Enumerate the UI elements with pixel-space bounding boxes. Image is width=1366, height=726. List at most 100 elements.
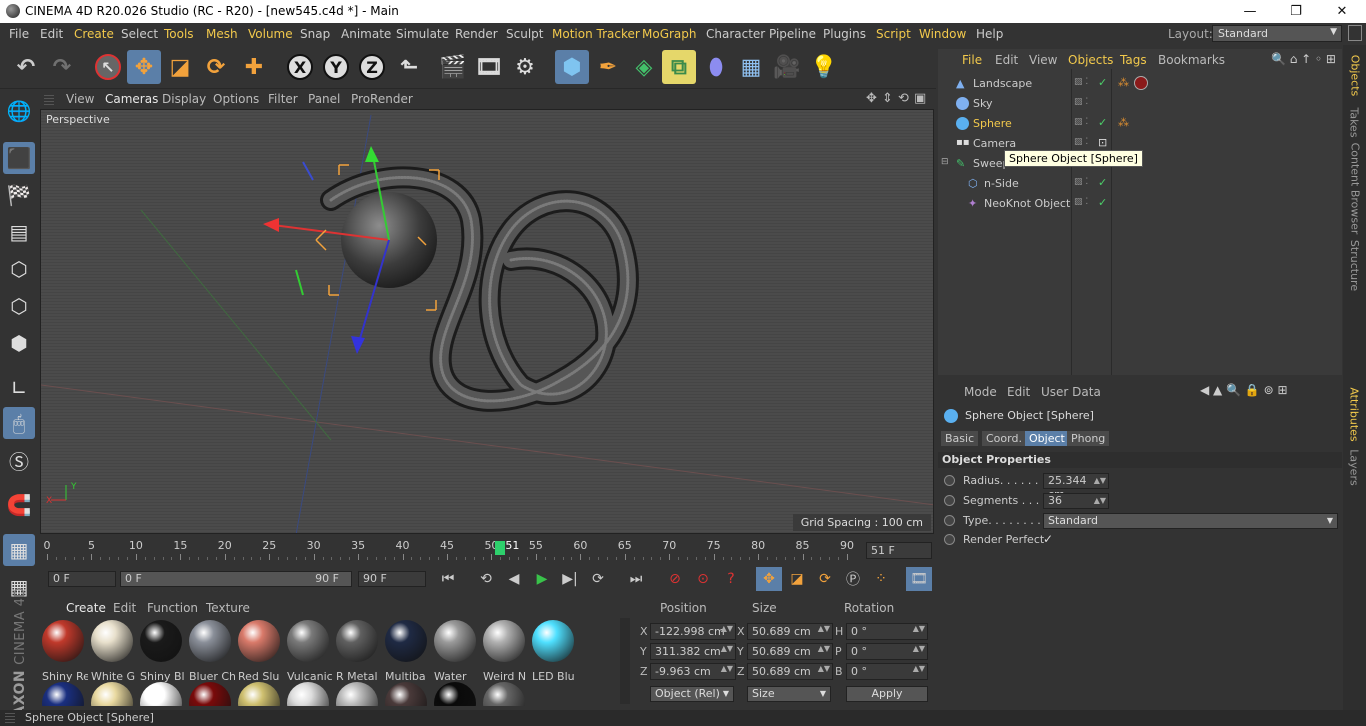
visibility-flags[interactable]: ▨ ⁚ — [1074, 77, 1088, 87]
animate-radius-icon[interactable] — [944, 475, 955, 486]
key-rotation-icon[interactable]: ⟳ — [812, 567, 838, 591]
array-icon[interactable]: ⧉ — [662, 50, 696, 84]
material-scrollbar[interactable] — [620, 618, 630, 704]
material-menu-function[interactable]: Function — [147, 601, 198, 615]
camera-target-icon[interactable]: ⊡ — [1098, 136, 1107, 149]
x-axis-lock-icon[interactable]: X — [283, 50, 317, 84]
key-position-icon[interactable]: ✥ — [756, 567, 782, 591]
visibility-flags[interactable]: ▨ ⁚ — [1074, 97, 1088, 107]
workplane-mode-icon[interactable]: ▤ — [3, 216, 35, 248]
menu-window[interactable]: Window — [919, 27, 966, 41]
enabled-check-icon[interactable]: ✓ — [1098, 116, 1107, 129]
minimize-button[interactable]: — — [1227, 2, 1273, 21]
visibility-flags[interactable]: ▨ ⁚ — [1074, 137, 1088, 147]
menu-edit[interactable]: Edit — [40, 27, 63, 41]
viewport-menu-display[interactable]: Display — [162, 92, 206, 106]
snap-icon[interactable]: 🧲 — [3, 489, 35, 521]
menu-file[interactable]: File — [9, 27, 29, 41]
attribute-nav-icons[interactable]: ◀ ▲ 🔍 🔒 ⊚ ⊞ — [1200, 383, 1288, 397]
material-menu-texture[interactable]: Texture — [206, 601, 250, 615]
subdivision-surface-icon[interactable]: ◈ — [627, 50, 661, 84]
rotation-h-field[interactable]: 0 ° ▲▼ — [846, 623, 928, 640]
material-swatch[interactable] — [287, 682, 331, 706]
attribute-menu-mode[interactable]: Mode — [964, 385, 997, 399]
material-swatch[interactable]: Vulcanic — [287, 620, 333, 683]
polygons-mode-icon[interactable]: ⬢ — [3, 327, 35, 359]
perspective-viewport[interactable]: Y X Perspective Grid Spacing : 100 cm — [40, 109, 934, 534]
auto-keying-icon[interactable]: ⊙ — [690, 567, 716, 591]
material-swatch[interactable]: R Metal — [336, 620, 380, 683]
collapse-icon[interactable]: ⊟ — [941, 157, 949, 167]
tab-object[interactable]: Object — [1025, 431, 1069, 446]
keyframe-selection-icon[interactable]: ? — [718, 567, 744, 591]
visibility-flags[interactable]: ▨ ⁚ — [1074, 177, 1088, 187]
close-button[interactable]: ✕ — [1319, 2, 1365, 21]
render-picture-viewer-icon[interactable]: 🎞 — [472, 50, 506, 84]
material-swatch[interactable]: Red Slu — [238, 620, 282, 683]
menu-motion-tracker[interactable]: Motion Tracker — [552, 27, 640, 41]
visibility-flags[interactable]: ▨ ⁚ — [1074, 117, 1088, 127]
material-tag-icon[interactable]: ⁂ — [1118, 116, 1129, 129]
radius-field[interactable]: 25.344 cm▲▼ — [1043, 473, 1109, 501]
solo-mode-icon[interactable]: Ⓢ — [3, 444, 35, 476]
recent-tool-icon[interactable]: ✚ — [237, 50, 271, 84]
menu-mesh[interactable]: Mesh — [206, 27, 238, 41]
object-row-n-side[interactable]: ⬡ n-Side ▨ ⁚ ✓ — [938, 174, 1342, 194]
enabled-check-icon[interactable]: ✓ — [1098, 196, 1107, 209]
model-mode-icon[interactable]: ⬛ — [3, 142, 35, 174]
material-swatch[interactable] — [140, 682, 184, 706]
toggle-view-icon[interactable]: ▣ — [914, 91, 926, 106]
render-settings-icon[interactable]: ⚙ — [508, 50, 542, 84]
scale-icon[interactable]: ◪ — [163, 50, 197, 84]
visibility-flags[interactable]: ▨ ⁚ — [1074, 197, 1088, 207]
apply-button[interactable]: Apply — [846, 686, 928, 702]
material-swatch[interactable]: Multiba — [385, 620, 429, 683]
tab-takes-vertical[interactable]: Takes — [1343, 103, 1366, 141]
move-icon[interactable]: ✥ — [127, 50, 161, 84]
material-swatch[interactable]: Bluer Ch — [189, 620, 235, 683]
viewport-menu-options[interactable]: Options — [213, 92, 259, 106]
go-to-start-icon[interactable]: ⏮ — [435, 567, 461, 591]
material-tag-icon[interactable]: ⁂ — [1118, 76, 1129, 89]
object-row-sphere[interactable]: Sphere ▨ ⁚ ✓ ⁂ — [938, 114, 1342, 134]
viewport-menu-view[interactable]: View — [66, 92, 94, 106]
menu-simulate[interactable]: Simulate — [396, 27, 449, 41]
material-swatch[interactable] — [189, 682, 233, 706]
menu-help[interactable]: Help — [976, 27, 1003, 41]
object-row-landscape[interactable]: ▲ Landscape ▨ ⁚ ✓ ⁂ — [938, 74, 1342, 94]
play-icon[interactable]: ▶ — [529, 567, 555, 591]
live-selection-icon[interactable]: ↖ — [91, 50, 125, 84]
menu-script[interactable]: Script — [876, 27, 911, 41]
layout-select[interactable]: Standard ▼ — [1212, 25, 1342, 42]
object-menu-edit[interactable]: Edit — [995, 53, 1018, 67]
tab-content-browser-vertical[interactable]: Content Browser — [1343, 142, 1366, 234]
end-frame-field[interactable]: 90 F — [358, 571, 426, 587]
type-dropdown[interactable]: Standard ▼ — [1043, 513, 1338, 529]
object-menu-view[interactable]: View — [1029, 53, 1057, 67]
world-coordinates-icon[interactable]: ⬑ — [392, 50, 426, 84]
texture-mode-icon[interactable]: 🏁 — [3, 179, 35, 211]
material-swatch[interactable]: LED Blu — [532, 620, 576, 683]
tab-layers-vertical[interactable]: Layers — [1343, 447, 1366, 487]
size-x-field[interactable]: 50.689 cm ▲▼ — [747, 623, 833, 640]
size-z-field[interactable]: 50.689 cm ▲▼ — [747, 663, 833, 680]
viewport-menu-prorender[interactable]: ProRender — [351, 92, 413, 106]
floor-icon[interactable]: ▦ — [734, 50, 768, 84]
rotate-icon[interactable]: ⟳ — [199, 50, 233, 84]
size-mode-dropdown[interactable]: Size ▼ — [747, 686, 831, 702]
enabled-check-icon[interactable]: ✓ — [1098, 176, 1107, 189]
object-row-sky[interactable]: Sky ▨ ⁚ — [938, 94, 1342, 114]
menu-pipeline[interactable]: Pipeline — [769, 27, 816, 41]
material-menu-create[interactable]: Create — [66, 601, 106, 615]
animate-type-icon[interactable] — [944, 515, 955, 526]
object-row-neoknot[interactable]: ✦ NeoKnot Object ▨ ⁚ ✓ — [938, 194, 1342, 214]
tweak-mode-icon[interactable]: 🖱 — [3, 407, 35, 439]
tab-objects-vertical[interactable]: Objects — [1343, 49, 1366, 101]
menu-create[interactable]: Create — [74, 27, 114, 41]
material-swatch[interactable]: Weird N — [483, 620, 527, 683]
menu-plugins[interactable]: Plugins — [823, 27, 866, 41]
material-tag-red-icon[interactable] — [1134, 76, 1148, 90]
object-manager-nav-icons[interactable]: 🔍 ⌂ ↑ ◦ ⊞ — [1271, 52, 1336, 66]
object-menu-file[interactable]: File — [962, 53, 982, 67]
axis-mode-icon[interactable]: ∟ — [3, 372, 35, 404]
